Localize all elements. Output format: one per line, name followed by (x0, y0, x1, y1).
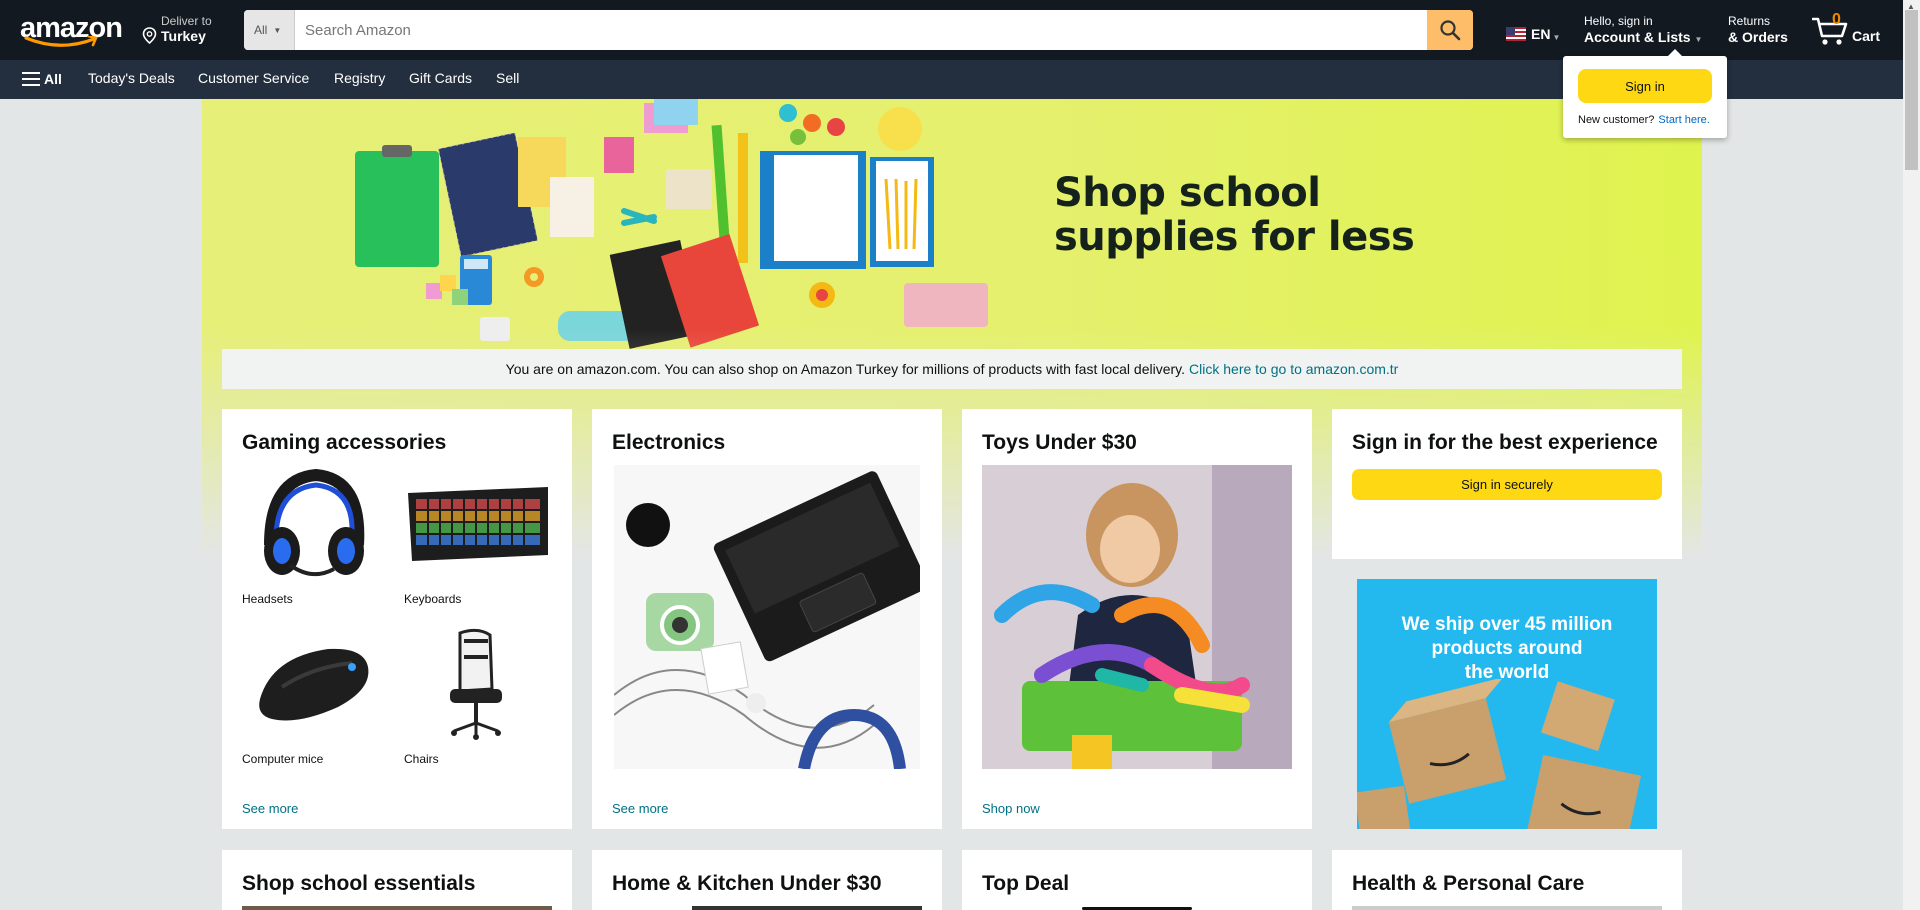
chair-image (450, 628, 502, 740)
account-lists-text: Account & Lists (1584, 29, 1691, 45)
ship-worldwide-ad[interactable]: We ship over 45 million products around … (1357, 579, 1657, 829)
quad-label-headsets[interactable]: Headsets (242, 592, 293, 606)
orders-label: & Orders (1728, 29, 1788, 45)
new-customer-label: New customer? (1578, 114, 1655, 126)
hero-title: Shop school supplies for less (1054, 170, 1415, 260)
search-category-label: All (254, 23, 268, 37)
quad-chairs[interactable] (404, 627, 552, 745)
school-supplies-illustration (355, 99, 988, 349)
nav-todays-deals[interactable]: Today's Deals (88, 70, 175, 86)
card-gaming-accessories: Gaming accessories Headsets Keyboards Co… (222, 409, 572, 829)
account-lists-label: Account & Lists ▼ (1584, 29, 1714, 45)
amazon-tr-link[interactable]: Click here to go to amazon.com.tr (1189, 361, 1398, 377)
nav-registry[interactable]: Registry (334, 70, 385, 86)
quad-computer-mice[interactable] (242, 627, 390, 745)
all-menu-button[interactable]: All (22, 71, 62, 87)
smile-icon (24, 36, 98, 47)
hamburger-icon (22, 72, 40, 86)
see-more-link[interactable]: See more (612, 801, 668, 816)
signin-securely-button[interactable]: Sign in securely (1352, 469, 1662, 500)
language-code: EN (1531, 26, 1551, 42)
page-scrollbar[interactable]: ▲ (1903, 0, 1920, 910)
search-bar: All ▼ (244, 10, 1473, 50)
us-flag-icon (1506, 27, 1526, 41)
card-title: Home & Kitchen Under $30 (612, 872, 882, 895)
card-title: Shop school essentials (242, 872, 476, 895)
card-home-kitchen: Home & Kitchen Under $30 (592, 850, 942, 910)
returns-orders[interactable]: Returns & Orders (1728, 14, 1804, 45)
nav-gift-cards[interactable]: Gift Cards (409, 70, 472, 86)
ship-ad-line2: products around (1431, 638, 1583, 659)
card-title: Toys Under $30 (982, 431, 1137, 454)
headset-image (264, 468, 365, 577)
shop-now-link[interactable]: Shop now (982, 801, 1040, 816)
search-icon (1440, 20, 1461, 41)
hero-title-line2: supplies for less (1054, 214, 1415, 260)
locale-notice: You are on amazon.com. You can also shop… (222, 349, 1682, 389)
account-lists[interactable]: Hello, sign in Account & Lists ▼ (1584, 14, 1714, 45)
ship-ad-text: We ship over 45 million products around … (1357, 613, 1657, 685)
nav-sell[interactable]: Sell (496, 70, 519, 86)
see-more-link[interactable]: See more (242, 801, 298, 816)
cart-count: 0 (1832, 11, 1841, 28)
location-pin-icon (142, 27, 157, 44)
nav-customer-service[interactable]: Customer Service (198, 70, 309, 86)
caret-down-icon: ▼ (1694, 35, 1703, 44)
electronics-image[interactable] (614, 465, 920, 769)
card-toys-under-30: Toys Under $30 Shop now (962, 409, 1312, 829)
deliver-label: Deliver to (161, 14, 212, 28)
caret-down-icon: ▼ (1552, 32, 1561, 42)
toys-photo (982, 465, 1292, 769)
boxes-icon (1357, 679, 1642, 829)
search-button[interactable] (1427, 10, 1473, 50)
card-shop-school-essentials: Shop school essentials (222, 850, 572, 910)
card-electronics: Electronics See more (592, 409, 942, 829)
amazon-logo[interactable]: amazon (20, 10, 123, 48)
notice-text: You are on amazon.com. You can also shop… (505, 361, 1186, 377)
quad-label-keyboards[interactable]: Keyboards (404, 592, 461, 606)
cart-button[interactable]: 0 Cart (1812, 10, 1902, 50)
quad-keyboards[interactable] (404, 465, 552, 585)
keyboard-image (408, 487, 548, 561)
mouse-image (259, 648, 369, 721)
card-title: Sign in for the best experience (1352, 431, 1658, 454)
card-image-top (242, 906, 552, 910)
card-image-top (692, 906, 922, 910)
card-signin: Sign in for the best experience Sign in … (1332, 409, 1682, 559)
card-health-personal-care: Health & Personal Care (1332, 850, 1682, 910)
hero-title-line1: Shop school (1054, 170, 1321, 216)
flyout-signin-button[interactable]: Sign in (1578, 69, 1712, 103)
ship-ad-line1: We ship over 45 million (1401, 614, 1613, 635)
card-title: Gaming accessories (242, 431, 447, 454)
signin-flyout: Sign in New customer? Start here. (1563, 49, 1727, 138)
quad-label-computer-mice[interactable]: Computer mice (242, 752, 323, 766)
top-nav: amazon Deliver to Turkey All ▼ EN ▼ (0, 0, 1920, 60)
card-title: Health & Personal Care (1352, 872, 1585, 895)
all-menu-label: All (44, 71, 62, 87)
start-here-link[interactable]: Start here. (1658, 114, 1709, 126)
search-category-select[interactable]: All ▼ (244, 10, 295, 50)
scrollbar-thumb[interactable] (1905, 10, 1918, 170)
electronics-photo (614, 465, 920, 769)
main-content: Shop school supplies for less You are on… (202, 99, 1702, 910)
account-greeting: Hello, sign in (1584, 14, 1653, 28)
new-customer-text: New customer? Start here. (1578, 114, 1710, 126)
quad-headsets[interactable] (242, 465, 390, 585)
returns-label: Returns (1728, 14, 1771, 28)
toys-image[interactable] (982, 465, 1292, 769)
card-title: Electronics (612, 431, 726, 454)
search-input[interactable] (295, 10, 1427, 50)
cart-label: Cart (1852, 28, 1881, 44)
quad-label-chairs[interactable]: Chairs (404, 752, 439, 766)
caret-down-icon: ▼ (273, 25, 282, 35)
card-image-top (1352, 906, 1662, 910)
card-title: Top Deal (982, 872, 1070, 895)
language-selector[interactable]: EN ▼ (1506, 24, 1560, 44)
card-top-deal: Top Deal (962, 850, 1312, 910)
deliver-country: Turkey (161, 28, 206, 44)
cart-icon (1812, 17, 1848, 45)
deliver-to[interactable]: Deliver to Turkey (142, 14, 242, 48)
